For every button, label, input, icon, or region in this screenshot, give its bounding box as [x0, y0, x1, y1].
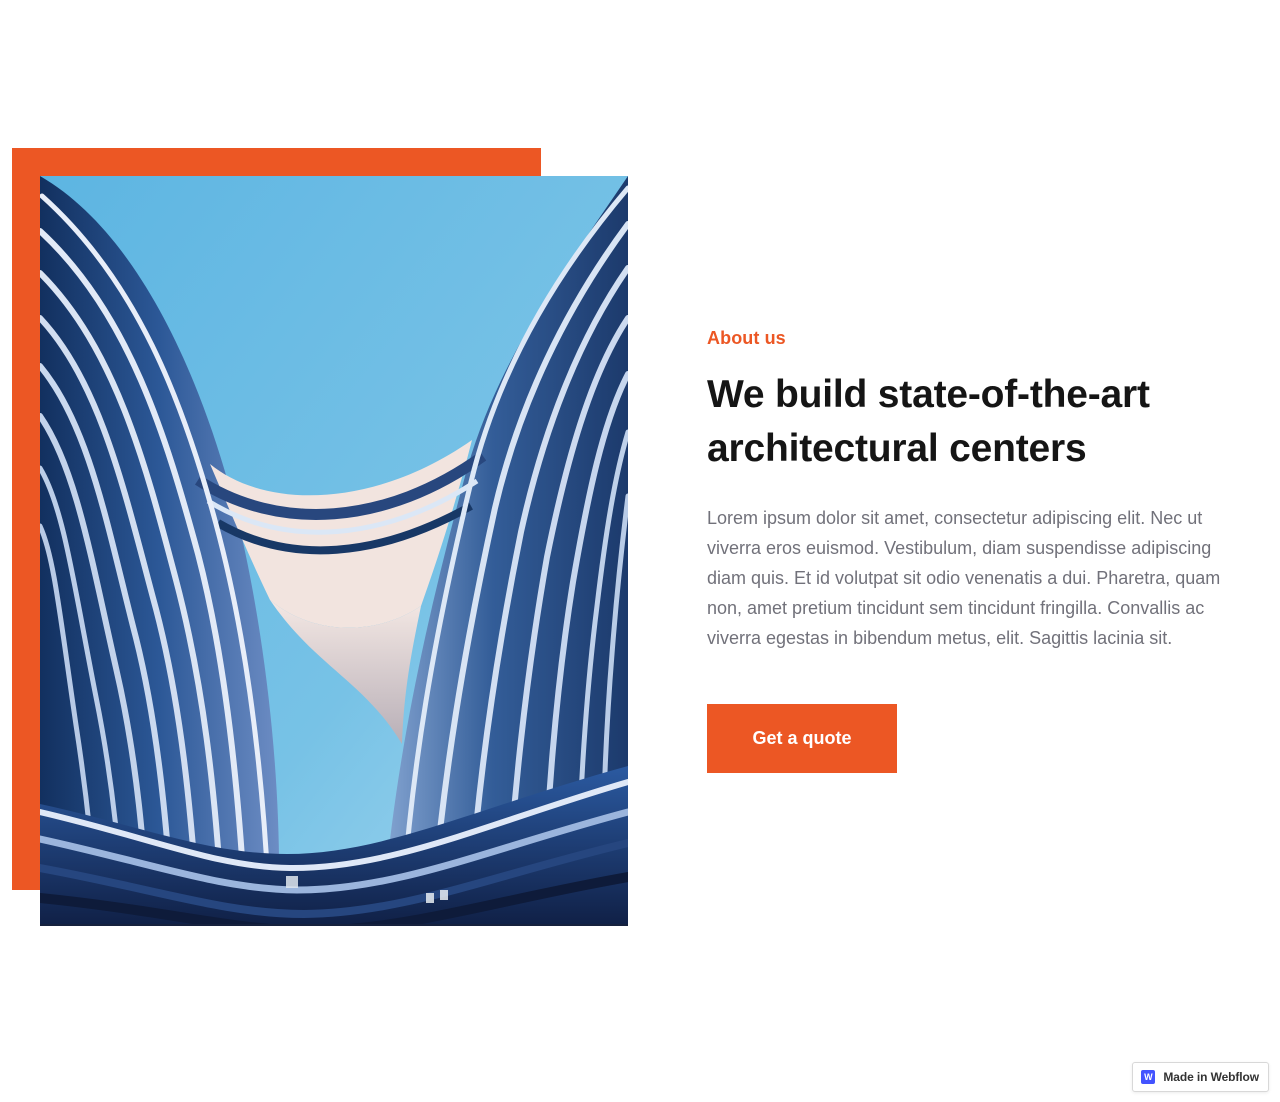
section-eyebrow: About us — [707, 328, 786, 348]
badge-label: Made in Webflow — [1163, 1070, 1259, 1084]
section-description: Lorem ipsum dolor sit amet, consectetur … — [707, 508, 1221, 648]
get-a-quote-button[interactable]: Get a quote — [707, 704, 897, 773]
architecture-photo — [40, 176, 628, 926]
webflow-logo-icon: W — [1141, 1070, 1156, 1084]
made-in-webflow-badge[interactable]: W Made in Webflow — [1132, 1062, 1269, 1092]
section-heading: We build state-of-the-art architectural … — [707, 373, 1150, 470]
about-content: About us We build state-of-the-art archi… — [707, 326, 1247, 773]
about-section: About us We build state-of-the-art archi… — [0, 0, 1280, 1102]
